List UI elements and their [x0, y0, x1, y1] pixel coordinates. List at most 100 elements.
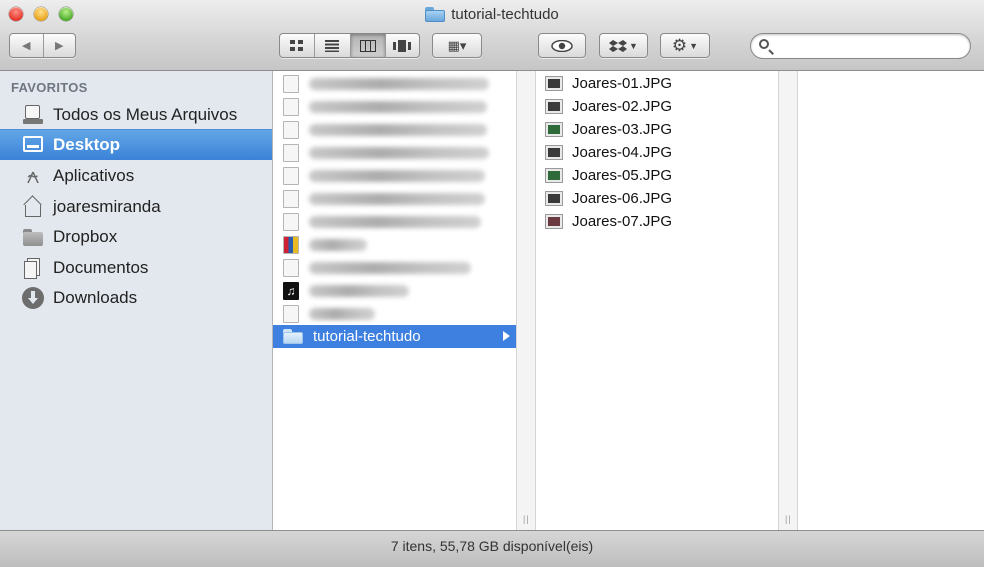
- disclosure-arrow-icon: [503, 331, 510, 341]
- finder-window: tutorial-techtudo ◀ ▶ ▦▾ ▼ ⚙ ▼ FAVORITOS…: [0, 0, 984, 567]
- image-file-icon: [545, 168, 563, 183]
- home-icon: [22, 196, 44, 218]
- search-icon: [759, 39, 769, 49]
- sidebar-item-label: Documentos: [53, 257, 149, 277]
- list-item[interactable]: [273, 187, 516, 210]
- sidebar-item-desktop[interactable]: Desktop: [0, 129, 272, 160]
- toolbar: tutorial-techtudo ◀ ▶ ▦▾ ▼ ⚙ ▼: [0, 0, 984, 71]
- back-icon: ◀: [22, 40, 31, 52]
- search-field[interactable]: [750, 33, 971, 59]
- list-item[interactable]: [273, 302, 516, 325]
- file-name: Joares-03.JPG: [572, 121, 673, 138]
- sidebar-item-label: Aplicativos: [53, 165, 135, 185]
- file-name: Joares-04.JPG: [572, 144, 673, 161]
- forward-button[interactable]: ▶: [44, 34, 76, 57]
- list-item[interactable]: [273, 95, 516, 118]
- view-mode-control: [279, 33, 420, 58]
- image-file-icon: [545, 214, 563, 229]
- list-item[interactable]: [273, 256, 516, 279]
- image-file-icon: [545, 99, 563, 114]
- blurred-filename: [309, 123, 487, 136]
- list-item[interactable]: Joares-07.JPG: [536, 210, 778, 233]
- dropbox-menu-button[interactable]: ▼: [599, 33, 648, 58]
- sidebar-item-downloads[interactable]: Downloads: [0, 282, 272, 313]
- action-menu-button[interactable]: ⚙ ▼: [660, 33, 710, 58]
- list-item[interactable]: [273, 210, 516, 233]
- column-resize-gutter[interactable]: ||: [517, 71, 535, 530]
- folder-column: Joares-01.JPG Joares-02.JPG Joares-03.JP…: [535, 71, 779, 530]
- sidebar-item-applications[interactable]: ⍲ Aplicativos: [0, 160, 272, 191]
- folder-icon: [22, 226, 44, 248]
- arrange-icon: ▦▾: [447, 37, 467, 53]
- list-item[interactable]: [273, 118, 516, 141]
- document-icon: [283, 189, 299, 208]
- chevron-down-icon: ▼: [629, 40, 638, 51]
- search-input[interactable]: [779, 38, 963, 56]
- desktop-icon: [22, 134, 44, 156]
- document-icon: [283, 143, 299, 162]
- music-icon: ♫: [283, 281, 299, 300]
- image-file-icon: [545, 76, 563, 91]
- list-item[interactable]: Joares-01.JPG: [536, 72, 778, 95]
- blurred-filename: [309, 307, 375, 320]
- dropbox-icon: [609, 39, 628, 52]
- eye-icon: [551, 39, 573, 52]
- forward-icon: ▶: [55, 40, 64, 52]
- list-item-tutorial-techtudo[interactable]: tutorial-techtudo: [273, 325, 516, 348]
- arrange-button[interactable]: ▦▾: [432, 33, 482, 58]
- icon-view-button[interactable]: [280, 34, 316, 57]
- folder-name: tutorial-techtudo: [313, 328, 421, 345]
- list-item[interactable]: [273, 141, 516, 164]
- list-item[interactable]: Joares-02.JPG: [536, 95, 778, 118]
- sidebar-item-home[interactable]: joaresmiranda: [0, 191, 272, 222]
- blurred-filename: [309, 100, 487, 113]
- back-forward-control: ◀ ▶: [9, 33, 76, 58]
- back-button[interactable]: ◀: [10, 34, 44, 57]
- sidebar-item-label: joaresmiranda: [53, 196, 161, 216]
- quick-look-button[interactable]: [538, 33, 586, 58]
- file-name: Joares-02.JPG: [572, 98, 673, 115]
- sidebar-item-label: Downloads: [53, 287, 138, 307]
- list-view-button[interactable]: [315, 34, 351, 57]
- column-resize-gutter[interactable]: ||: [779, 71, 797, 530]
- sidebar-item-label: Dropbox: [53, 226, 118, 246]
- list-item[interactable]: Joares-03.JPG: [536, 118, 778, 141]
- status-text: 7 itens, 55,78 GB disponível(eis): [390, 538, 594, 554]
- file-name: Joares-07.JPG: [572, 213, 673, 230]
- applications-icon: ⍲: [26, 162, 40, 188]
- list-item[interactable]: Joares-04.JPG: [536, 141, 778, 164]
- folder-icon: [425, 7, 446, 22]
- list-item[interactable]: Joares-05.JPG: [536, 164, 778, 187]
- column-view-button[interactable]: [350, 34, 386, 57]
- sidebar-item-documents[interactable]: Documentos: [0, 252, 272, 283]
- sidebar-item-label: Desktop: [53, 135, 121, 154]
- document-icon: [283, 212, 299, 231]
- image-file-icon: [545, 145, 563, 160]
- coverflow-view-button[interactable]: [386, 34, 419, 57]
- list-item[interactable]: [273, 233, 516, 256]
- blurred-filename: [309, 146, 489, 159]
- document-icon: [283, 74, 299, 93]
- sidebar-item-all-files[interactable]: Todos os Meus Arquivos: [0, 99, 272, 130]
- books-icon: [283, 235, 299, 254]
- column-view-icon: [359, 39, 376, 52]
- list-item[interactable]: Joares-06.JPG: [536, 187, 778, 210]
- list-item[interactable]: [273, 164, 516, 187]
- document-icon: [283, 166, 299, 185]
- blurred-filename: [309, 261, 471, 274]
- status-bar: 7 itens, 55,78 GB disponível(eis): [0, 530, 984, 567]
- blurred-filename: [309, 169, 485, 182]
- list-item[interactable]: ♫: [273, 279, 516, 302]
- sidebar-item-label: Todos os Meus Arquivos: [53, 104, 238, 124]
- file-name: Joares-05.JPG: [572, 167, 673, 184]
- downloads-icon: [22, 286, 44, 309]
- sidebar: FAVORITOS Todos os Meus Arquivos Desktop…: [0, 71, 273, 530]
- list-item[interactable]: [273, 72, 516, 95]
- all-files-icon: [22, 104, 44, 126]
- icon-view-icon: [290, 39, 304, 51]
- sidebar-header: FAVORITOS: [11, 80, 88, 95]
- resize-grip-icon: ||: [785, 514, 792, 524]
- blurred-filename: [309, 284, 409, 297]
- sidebar-item-dropbox[interactable]: Dropbox: [0, 221, 272, 252]
- coverflow-view-icon: [393, 39, 412, 52]
